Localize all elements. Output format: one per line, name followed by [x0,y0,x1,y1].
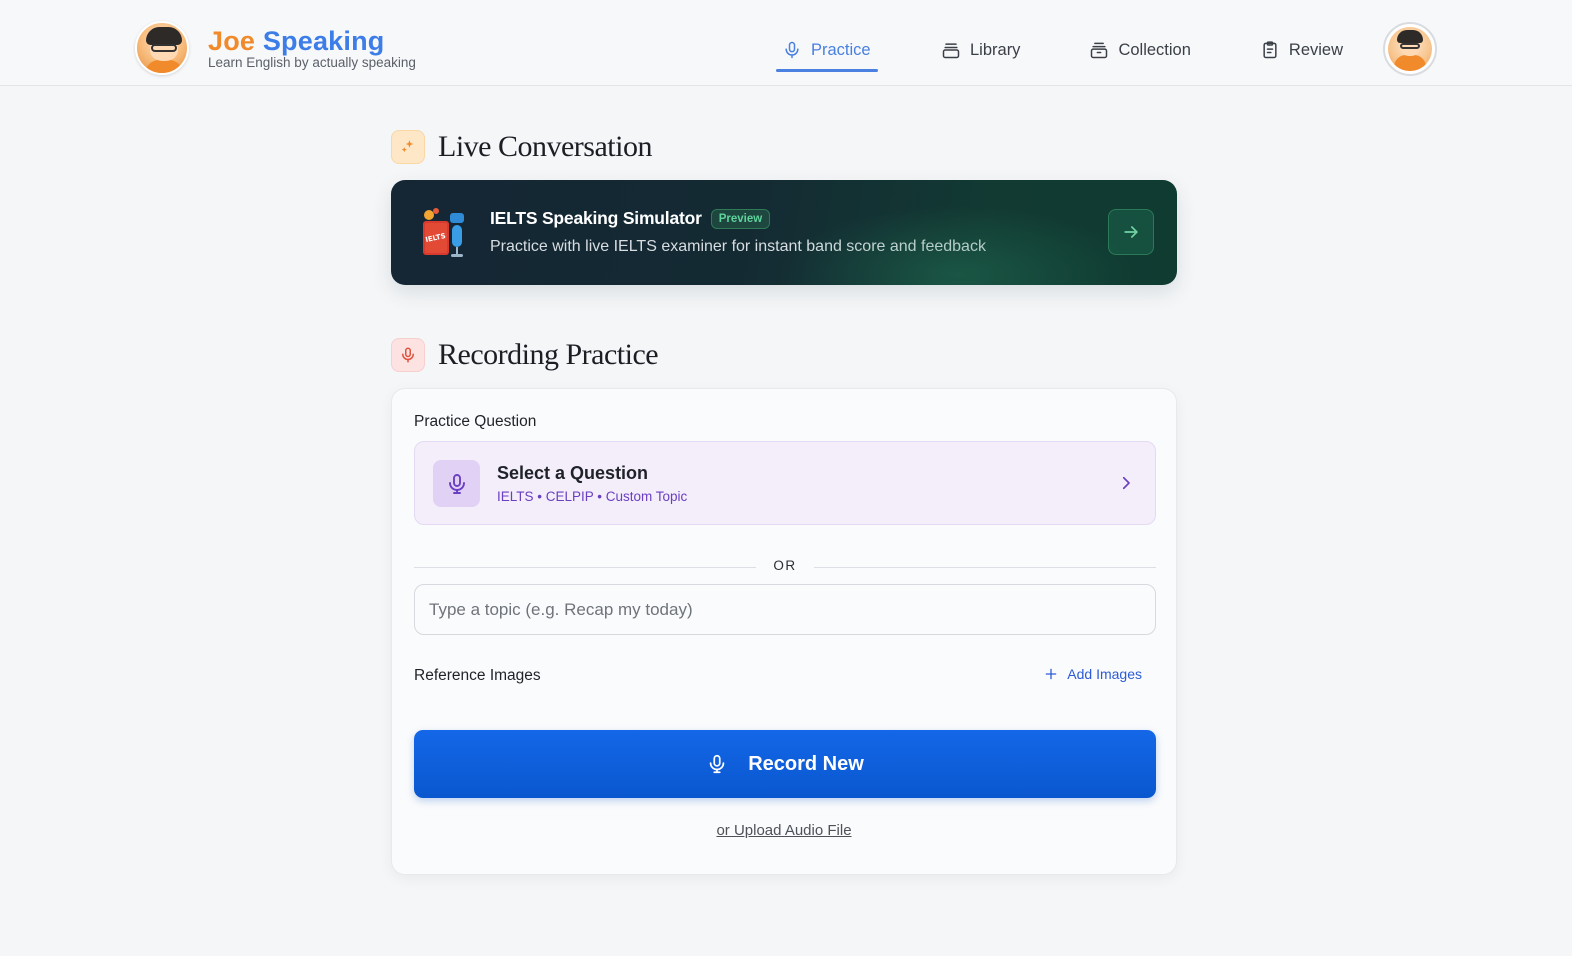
top-header: Joe Speaking Learn English by actually s… [0,0,1572,86]
section-title: Live Conversation [438,130,652,163]
section-icon-container [391,338,425,372]
microphone-icon [448,473,465,494]
live-conversation-heading: Live Conversation [391,130,652,164]
plus-icon [1045,668,1057,680]
record-new-label: Record New [748,752,864,775]
arrow-right-icon [1124,226,1138,238]
nav-item-label: Review [1288,40,1344,59]
topic-input[interactable] [414,584,1156,635]
select-question-subtitle: IELTS • CELPIP • Custom Topic [497,489,688,504]
preview-badge: Preview [710,208,771,229]
simulator-title-row: IELTS Speaking Simulator Preview [490,208,771,229]
archive-icon [1091,42,1108,59]
select-question-title: Select a Question [497,463,649,483]
nav-item-label: Collection [1118,40,1191,59]
microphone-icon [402,347,414,363]
record-new-button[interactable]: Record New [414,730,1156,798]
simulator-description: Practice with live IELTS examiner for in… [490,238,986,255]
user-avatar[interactable] [1383,22,1437,76]
section-icon-container [391,130,425,164]
simulator-title: IELTS Speaking Simulator [490,208,702,228]
add-images-label: Add Images [1067,666,1142,682]
recording-practice-card: Practice Question Select a Question IELT… [391,388,1177,875]
sparkle-icon [401,140,414,153]
brand[interactable]: Joe Speaking Learn English by actually s… [135,21,416,75]
clipboard-icon [1263,41,1277,59]
simulator-open-button[interactable] [1108,209,1154,255]
recording-practice-heading: Recording Practice [391,338,659,372]
nav-item-practice[interactable]: Practice [776,28,878,72]
nav-item-label: Library [970,40,1021,59]
brand-text: Joe Speaking Learn English by actually s… [208,26,416,70]
reference-images-label: Reference Images [414,667,541,684]
microphone-icon [709,754,725,774]
folder-icon [942,43,960,59]
brand-title-first: Joe [208,26,256,56]
nav-item-library[interactable]: Library [935,28,1026,72]
select-question-button[interactable]: Select a Question IELTS • CELPIP • Custo… [414,441,1156,525]
or-divider-text: OR [773,558,797,573]
add-images-button[interactable]: Add Images [1044,666,1142,682]
ielts-book-icon: IELTS [423,208,464,257]
chevron-right-icon [1122,476,1130,490]
brand-title: Joe Speaking [208,26,416,56]
divider-line [814,567,1156,568]
nav-item-review[interactable]: Review [1254,28,1349,72]
brand-title-second: Speaking [262,26,385,56]
ielts-simulator-card[interactable]: IELTS IELTS Speaking Simulator Preview P… [391,180,1177,285]
section-title: Recording Practice [438,338,659,371]
brand-tagline: Learn English by actually speaking [208,55,416,70]
main-nav: Practice Library Collection Review [776,28,1349,72]
brand-avatar [135,21,189,75]
question-icon-container [433,460,480,507]
practice-question-label: Practice Question [414,413,537,430]
nav-item-label: Practice [811,40,871,59]
upload-audio-link[interactable]: or Upload Audio File [392,822,1176,839]
or-divider: OR [414,557,1156,577]
microphone-icon [785,41,799,59]
nav-item-collection[interactable]: Collection [1083,28,1196,72]
